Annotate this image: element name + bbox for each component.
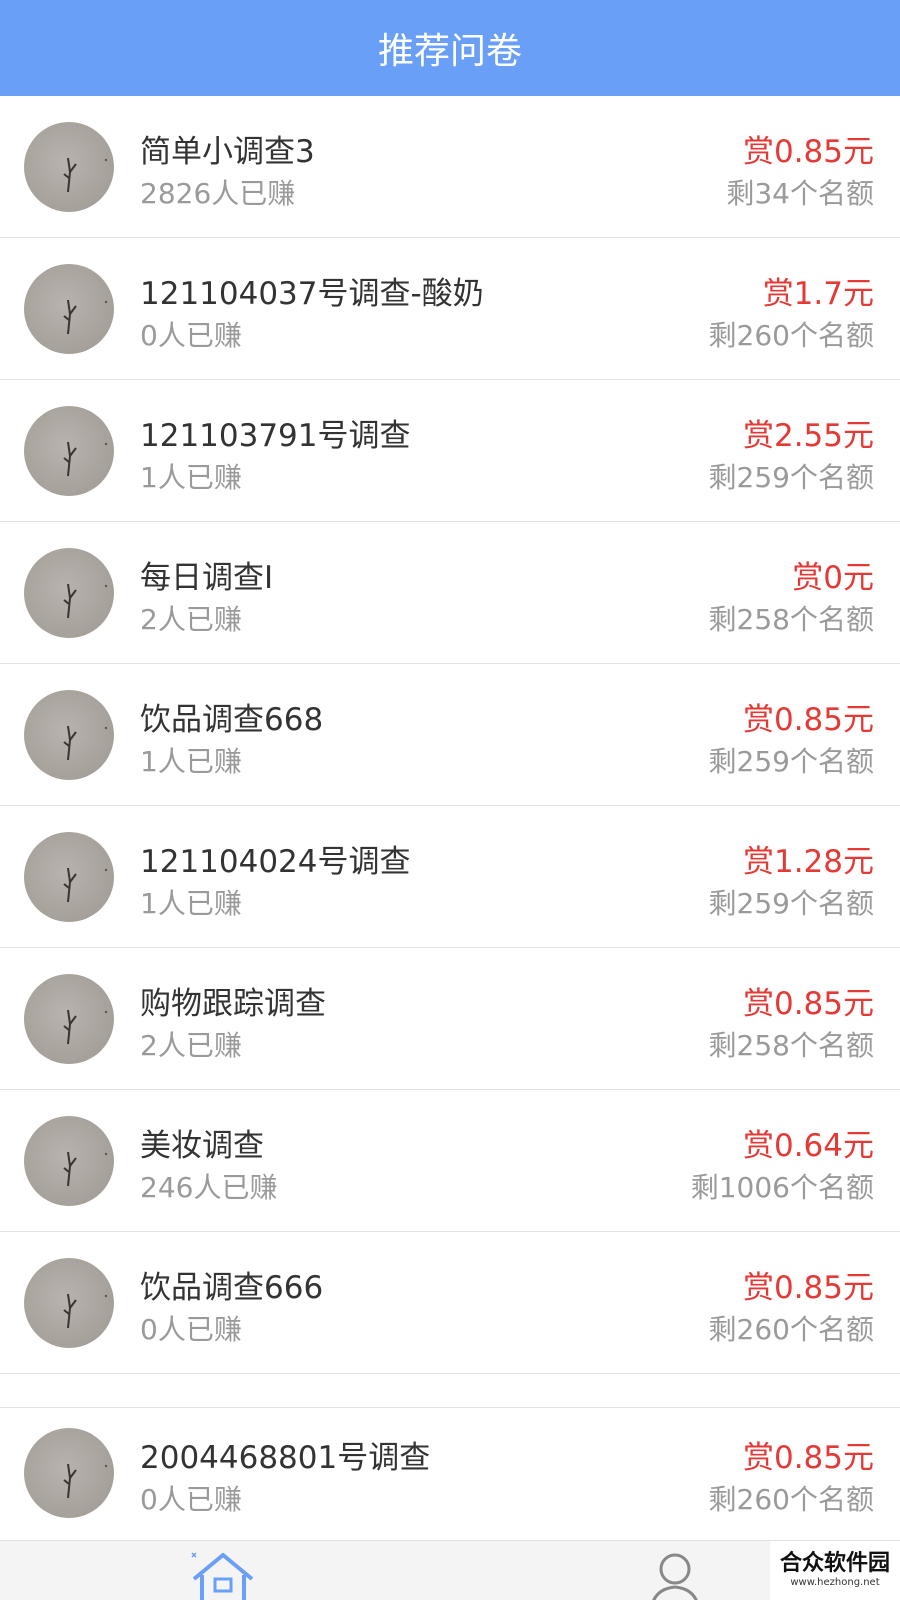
user-icon [652,1553,698,1600]
survey-list-item[interactable]: 简单小调查3 2826人已赚 赏0.85元 剩34个名额 [0,96,900,238]
survey-list: 简单小调查3 2826人已赚 赏0.85元 剩34个名额 121104037号调… [0,96,900,1374]
survey-reward: 赏0.64元 [742,1128,874,1164]
survey-quota: 剩260个名额 [708,1483,874,1516]
survey-earned-count: 0人已赚 [140,319,242,352]
survey-earned-count: 246人已赚 [140,1171,278,1204]
survey-quota: 剩34个名额 [726,177,874,210]
survey-title: 美妆调查 [140,1128,264,1164]
survey-list-item-featured[interactable]: 2004468801号调查 0人已赚 赏0.85元 剩260个名额 [0,1408,900,1540]
survey-earned-count: 0人已赚 [140,1483,242,1516]
tab-profile[interactable] [645,1553,705,1600]
survey-earned-count: 1人已赚 [140,745,242,778]
survey-avatar [24,548,114,638]
survey-quota: 剩258个名额 [708,603,874,636]
survey-title: 2004468801号调查 [140,1440,431,1476]
tab-home[interactable] [188,1549,258,1600]
page-header: 推荐问卷 [0,0,900,96]
survey-reward: 赏0.85元 [742,986,874,1022]
survey-avatar [24,406,114,496]
watermark-url: www.hezhong.net [790,1577,880,1588]
survey-reward: 赏1.28元 [742,844,874,880]
survey-quota: 剩258个名额 [708,1029,874,1062]
survey-quota: 剩259个名额 [708,887,874,920]
survey-quota: 剩260个名额 [708,319,874,352]
survey-reward: 赏0.85元 [742,1440,874,1476]
survey-title: 121103791号调查 [140,418,411,454]
survey-title: 购物跟踪调查 [140,986,326,1022]
list-item-partial [0,1380,900,1408]
survey-reward: 赏0元 [792,560,874,596]
survey-reward: 赏1.7元 [762,276,874,312]
survey-title: 121104037号调查-酸奶 [140,276,484,312]
survey-earned-count: 0人已赚 [140,1313,242,1346]
survey-list-item[interactable]: 121104037号调查-酸奶 0人已赚 赏1.7元 剩260个名额 [0,238,900,380]
survey-quota: 剩260个名额 [708,1313,874,1346]
survey-avatar [24,690,114,780]
survey-avatar [24,1258,114,1348]
survey-title: 简单小调查3 [140,134,315,170]
survey-list-item[interactable]: 美妆调查 246人已赚 赏0.64元 剩1006个名额 [0,1090,900,1232]
survey-reward: 赏0.85元 [742,134,874,170]
survey-reward: 赏0.85元 [742,1270,874,1306]
survey-earned-count: 1人已赚 [140,887,242,920]
survey-quota: 剩259个名额 [708,461,874,494]
survey-list-item[interactable]: 饮品调查668 1人已赚 赏0.85元 剩259个名额 [0,664,900,806]
survey-reward: 赏0.85元 [742,702,874,738]
survey-list-item[interactable]: 121104024号调查 1人已赚 赏1.28元 剩259个名额 [0,806,900,948]
survey-list-item[interactable]: 121103791号调查 1人已赚 赏2.55元 剩259个名额 [0,380,900,522]
survey-title: 饮品调查666 [140,1270,324,1306]
survey-avatar [24,264,114,354]
survey-earned-count: 2826人已赚 [140,177,296,210]
survey-earned-count: 2人已赚 [140,1029,242,1062]
survey-earned-count: 2人已赚 [140,603,242,636]
survey-avatar [24,974,114,1064]
survey-quota: 剩1006个名额 [690,1171,874,1204]
watermark-title: 合众软件园 [779,1551,890,1576]
survey-reward: 赏2.55元 [742,418,874,454]
survey-avatar [24,832,114,922]
survey-avatar [24,1428,114,1518]
survey-avatar [24,1116,114,1206]
survey-list-item[interactable]: 每日调查I 2人已赚 赏0元 剩258个名额 [0,522,900,664]
survey-avatar [24,122,114,212]
home-icon [191,1552,254,1600]
survey-list-item[interactable]: 购物跟踪调查 2人已赚 赏0.85元 剩258个名额 [0,948,900,1090]
bottom-tab-bar: 合众软件园 www.hezhong.net [0,1540,900,1600]
survey-earned-count: 1人已赚 [140,461,242,494]
survey-list-item[interactable]: 饮品调查666 0人已赚 赏0.85元 剩260个名额 [0,1232,900,1374]
survey-quota: 剩259个名额 [708,745,874,778]
survey-title: 饮品调查668 [140,702,324,738]
watermark-logo: 合众软件园 www.hezhong.net [770,1541,900,1600]
survey-title: 每日调查I [140,560,274,596]
survey-title: 121104024号调查 [140,844,411,880]
page-title: 推荐问卷 [377,31,522,72]
